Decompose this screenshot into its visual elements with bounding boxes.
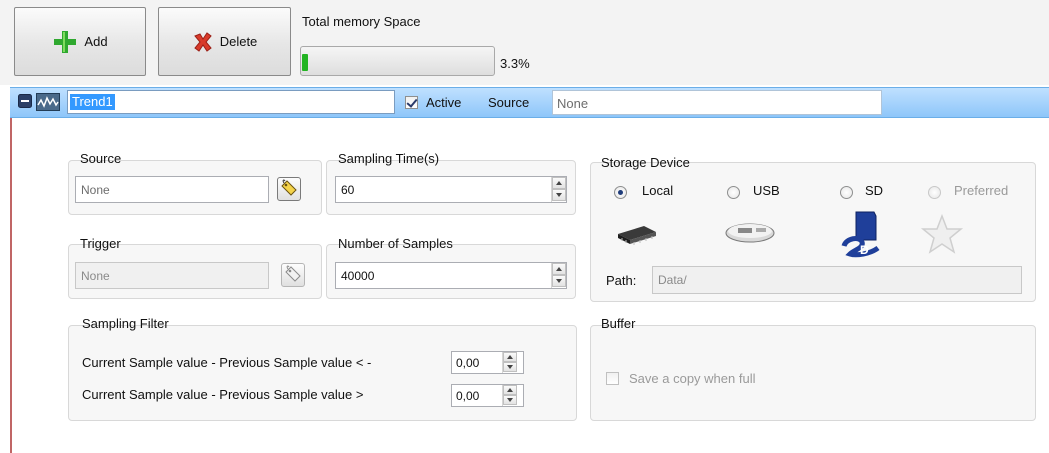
memory-percent: 3.3% <box>500 56 530 71</box>
storage-option-local[interactable] <box>614 184 627 200</box>
tag-icon <box>280 178 298 200</box>
preferred-label: Preferred <box>954 183 1009 198</box>
sampling-time-spinner[interactable] <box>551 177 566 202</box>
storage-device-title: Storage Device <box>601 155 690 170</box>
save-copy-checkbox-box <box>606 372 619 385</box>
add-button-label: Add <box>84 34 108 49</box>
filter-upper-spinner[interactable] <box>502 385 517 406</box>
toolbar: Add Delete Total memory Space 3.3% <box>0 0 1049 85</box>
trigger-group-title: Trigger <box>80 236 121 251</box>
sampling-time-title: Sampling Time(s) <box>338 151 440 166</box>
trigger-field: None <box>75 262 269 289</box>
plus-icon <box>52 29 78 55</box>
local-radio <box>614 186 627 200</box>
path-label: Path: <box>606 273 637 288</box>
storage-option-usb[interactable] <box>727 184 740 200</box>
spin-up-icon[interactable] <box>552 263 566 275</box>
add-button[interactable]: Add <box>14 7 146 76</box>
spin-up-icon[interactable] <box>552 177 566 189</box>
active-label: Active <box>426 95 462 110</box>
source-field[interactable]: None <box>75 176 269 203</box>
filter-row-lower-label: Current Sample value - Previous Sample v… <box>82 355 372 370</box>
source-group-title: Source <box>80 151 122 166</box>
trend-icon <box>36 93 60 114</box>
item-row[interactable]: Trend1 Active Source None <box>10 87 1049 118</box>
path-field: Data/ <box>652 266 1022 294</box>
filter-lower-spinner[interactable] <box>502 352 517 373</box>
usb-label: USB <box>753 183 780 198</box>
local-label: Local <box>642 183 674 198</box>
sampling-time-input[interactable]: 60 <box>335 176 567 203</box>
preferred-radio <box>928 186 941 200</box>
svg-text:D: D <box>860 243 869 257</box>
number-of-samples-input[interactable]: 40000 <box>335 262 567 289</box>
trigger-tag-button <box>281 263 305 287</box>
memory-progress-bar <box>300 46 495 76</box>
delete-button[interactable]: Delete <box>158 7 291 76</box>
source-label: Source <box>488 95 530 110</box>
left-edge-divider <box>10 118 12 453</box>
storage-option-sd[interactable] <box>840 184 853 200</box>
spin-up-icon[interactable] <box>503 385 517 395</box>
save-copy-checkbox[interactable] <box>606 372 619 388</box>
spin-down-icon[interactable] <box>552 189 566 201</box>
star-icon <box>920 213 964 259</box>
trend-name-input[interactable]: Trend1 <box>67 90 395 114</box>
save-copy-label: Save a copy when full <box>629 371 756 386</box>
sampling-filter-title: Sampling Filter <box>82 316 169 331</box>
spin-down-icon[interactable] <box>503 362 517 372</box>
memory-title: Total memory Space <box>302 14 421 29</box>
filter-row-upper-label: Current Sample value - Previous Sample v… <box>82 387 364 402</box>
active-checkbox[interactable] <box>405 96 418 112</box>
delete-x-icon <box>192 31 214 53</box>
source-input[interactable]: None <box>552 90 882 115</box>
spin-down-icon[interactable] <box>552 275 566 287</box>
buffer-title: Buffer <box>601 316 636 331</box>
sd-radio <box>840 186 853 200</box>
sd-label: SD <box>865 183 884 198</box>
spin-up-icon[interactable] <box>503 352 517 362</box>
usb-drive-icon <box>724 218 776 251</box>
chip-icon <box>614 218 658 251</box>
delete-button-label: Delete <box>219 34 258 49</box>
trend-name-value: Trend1 <box>70 94 115 110</box>
tag-icon <box>284 264 302 286</box>
sd-card-icon: D <box>840 210 886 261</box>
number-of-samples-spinner[interactable] <box>551 263 566 288</box>
collapse-icon[interactable] <box>18 94 32 111</box>
spin-down-icon[interactable] <box>503 395 517 405</box>
storage-option-preferred <box>928 184 941 200</box>
active-checkbox-box <box>405 96 418 109</box>
number-of-samples-title: Number of Samples <box>338 236 453 251</box>
memory-progress-fill <box>302 54 308 71</box>
source-tag-button[interactable] <box>277 177 301 201</box>
usb-radio <box>727 186 740 200</box>
